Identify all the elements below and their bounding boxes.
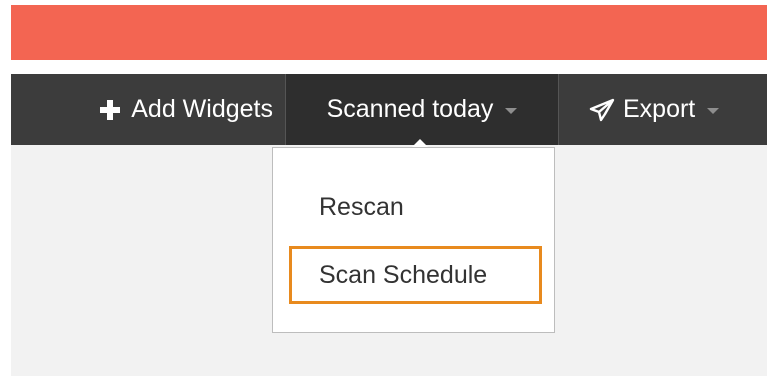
plus-icon	[100, 99, 121, 120]
scanned-today-menu: Rescan Scan Schedule	[272, 147, 555, 333]
scanned-today-dropdown[interactable]: Scanned today	[286, 74, 558, 145]
chevron-down-icon	[505, 107, 518, 114]
top-banner	[11, 5, 767, 60]
menu-item-scan-schedule[interactable]: Scan Schedule	[289, 246, 542, 304]
page: Add Widgets Scanned today Export Rescan …	[0, 0, 767, 376]
send-icon	[589, 98, 615, 121]
export-label: Export	[623, 95, 696, 123]
export-button[interactable]: Export	[559, 74, 767, 145]
chevron-down-icon	[707, 107, 720, 114]
add-widgets-button[interactable]: Add Widgets	[11, 74, 285, 145]
menu-item-rescan[interactable]: Rescan	[289, 178, 542, 236]
toolbar: Add Widgets Scanned today Export	[11, 74, 767, 145]
add-widgets-label: Add Widgets	[131, 95, 273, 123]
scanned-today-label: Scanned today	[326, 95, 494, 123]
